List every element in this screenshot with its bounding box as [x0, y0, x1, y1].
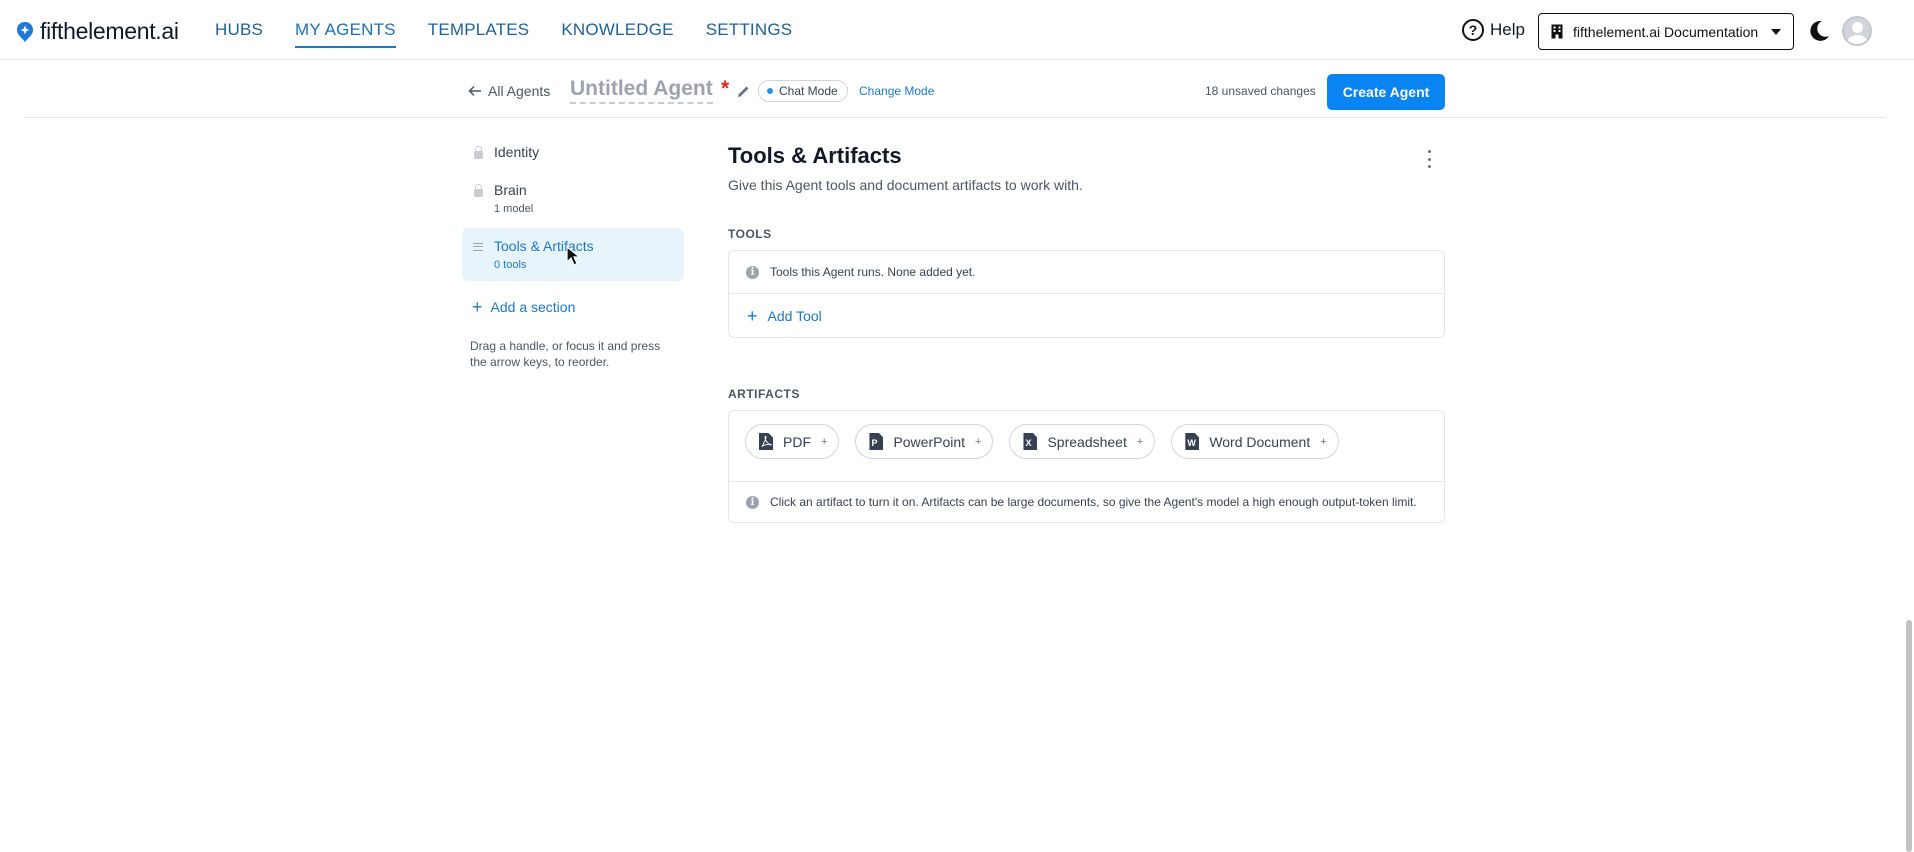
artifact-label: Spreadsheet — [1047, 433, 1127, 450]
section-sublabel: 0 tools — [494, 259, 527, 271]
artifact-label: Word Document — [1209, 433, 1311, 450]
mode-dot-icon — [767, 88, 773, 94]
artifacts-card: PDF + P PowerPoint + X Spreadsheet + W W… — [728, 410, 1445, 523]
add-tool-row: + Add Tool — [729, 294, 1444, 337]
tools-card: i Tools this Agent runs. None added yet.… — [728, 250, 1445, 338]
artifacts-note-row: i Click an artifact to turn it on. Artif… — [729, 482, 1444, 522]
artifacts-heading: ARTIFACTS — [728, 387, 800, 401]
nav-templates[interactable]: TEMPLATES — [428, 20, 530, 48]
building-icon — [1551, 24, 1563, 39]
section-brain[interactable]: Brain 1 model — [462, 176, 684, 220]
mouse-cursor-icon — [566, 246, 582, 266]
reorder-hint: Drag a handle, or focus it and press the… — [470, 339, 661, 369]
page-title: Tools & Artifacts — [728, 143, 902, 168]
back-label: All Agents — [488, 83, 551, 99]
edit-pencil-icon[interactable] — [736, 84, 751, 99]
help-icon: ? — [1462, 19, 1484, 41]
plus-icon: + — [821, 435, 828, 448]
section-sublabel: 1 model — [494, 203, 534, 215]
artifact-chip-powerpoint[interactable]: P PowerPoint + — [855, 424, 994, 459]
section-label: Brain — [494, 182, 527, 198]
page-subtitle: Give this Agent tools and document artif… — [728, 177, 1083, 193]
nav-my-agents[interactable]: MY AGENTS — [295, 20, 396, 48]
plus-icon: + — [975, 435, 982, 448]
mode-label: Chat Mode — [779, 84, 838, 98]
tools-empty-row: i Tools this Agent runs. None added yet. — [729, 251, 1444, 293]
artifact-chip-spreadsheet[interactable]: X Spreadsheet + — [1009, 424, 1156, 459]
more-options-kebab-icon[interactable] — [1424, 150, 1434, 168]
artifacts-note: Click an artifact to turn it on. Artifac… — [770, 495, 1417, 509]
change-mode-link[interactable]: Change Mode — [859, 84, 934, 98]
help-label: Help — [1490, 20, 1525, 39]
word-file-icon: W — [1185, 433, 1200, 450]
nav-knowledge[interactable]: KNOWLEDGE — [561, 20, 673, 48]
dark-mode-toggle-moon-icon[interactable] — [1806, 18, 1832, 44]
plus-icon: + — [1136, 435, 1144, 448]
powerpoint-file-icon: P — [869, 433, 884, 450]
lock-icon — [474, 184, 483, 197]
artifact-chip-list: PDF + P PowerPoint + X Spreadsheet + W W… — [745, 424, 1339, 459]
required-asterisk: * — [721, 77, 730, 100]
plus-icon: + — [747, 305, 758, 326]
back-to-all-agents-link[interactable]: All Agents — [468, 83, 550, 99]
agent-title-input[interactable]: Untitled Agent — [570, 77, 713, 104]
artifact-label: PDF — [783, 433, 811, 450]
artifact-chip-word-document[interactable]: W Word Document + — [1171, 424, 1339, 459]
brand[interactable]: fifthelement.ai — [16, 18, 179, 45]
tools-empty-text: Tools this Agent runs. None added yet. — [770, 265, 976, 279]
caret-down-icon — [1771, 28, 1781, 35]
create-agent-button[interactable]: Create Agent — [1327, 74, 1445, 110]
nav-hubs[interactable]: HUBS — [215, 20, 263, 48]
add-tool-label: Add Tool — [767, 307, 822, 324]
page-scrollbar[interactable] — [1906, 620, 1912, 852]
unsaved-changes-count: 18 unsaved changes — [1205, 84, 1316, 98]
artifact-chip-pdf[interactable]: PDF + — [745, 424, 840, 459]
pdf-file-icon — [759, 433, 773, 450]
add-section-label: Add a section — [490, 299, 576, 315]
brand-name: fifthelement.ai — [40, 18, 179, 44]
add-tool-button[interactable]: + Add Tool — [747, 305, 822, 326]
add-section-button[interactable]: + Add a section — [472, 297, 576, 317]
plus-icon: + — [1320, 435, 1327, 448]
arrow-left-icon — [468, 85, 481, 97]
agent-editor-header: All Agents Untitled Agent * Chat Mode Ch… — [24, 60, 1886, 118]
info-icon: i — [746, 495, 759, 509]
plus-icon: + — [472, 297, 483, 317]
top-navigation-bar: fifthelement.ai HUBS MY AGENTS TEMPLATES… — [0, 0, 1914, 60]
user-avatar[interactable] — [1842, 16, 1872, 46]
lock-icon — [474, 146, 483, 159]
organization-name: fifthelement.ai Documentation — [1573, 23, 1759, 40]
nav-settings[interactable]: SETTINGS — [706, 20, 793, 48]
drag-handle-icon[interactable] — [473, 243, 483, 251]
brand-logo-icon — [17, 21, 33, 42]
chat-mode-badge: Chat Mode — [758, 80, 848, 102]
main-nav: HUBS MY AGENTS TEMPLATES KNOWLEDGE SETTI… — [215, 20, 824, 48]
spreadsheet-file-icon: X — [1023, 433, 1038, 450]
help-button[interactable]: ? Help — [1462, 19, 1525, 41]
artifact-label: PowerPoint — [893, 433, 966, 450]
section-label: Identity — [494, 144, 540, 160]
section-identity[interactable]: Identity — [462, 138, 684, 170]
organization-dropdown[interactable]: fifthelement.ai Documentation — [1538, 13, 1794, 50]
info-icon: i — [746, 265, 759, 279]
tools-heading: TOOLS — [728, 227, 772, 241]
